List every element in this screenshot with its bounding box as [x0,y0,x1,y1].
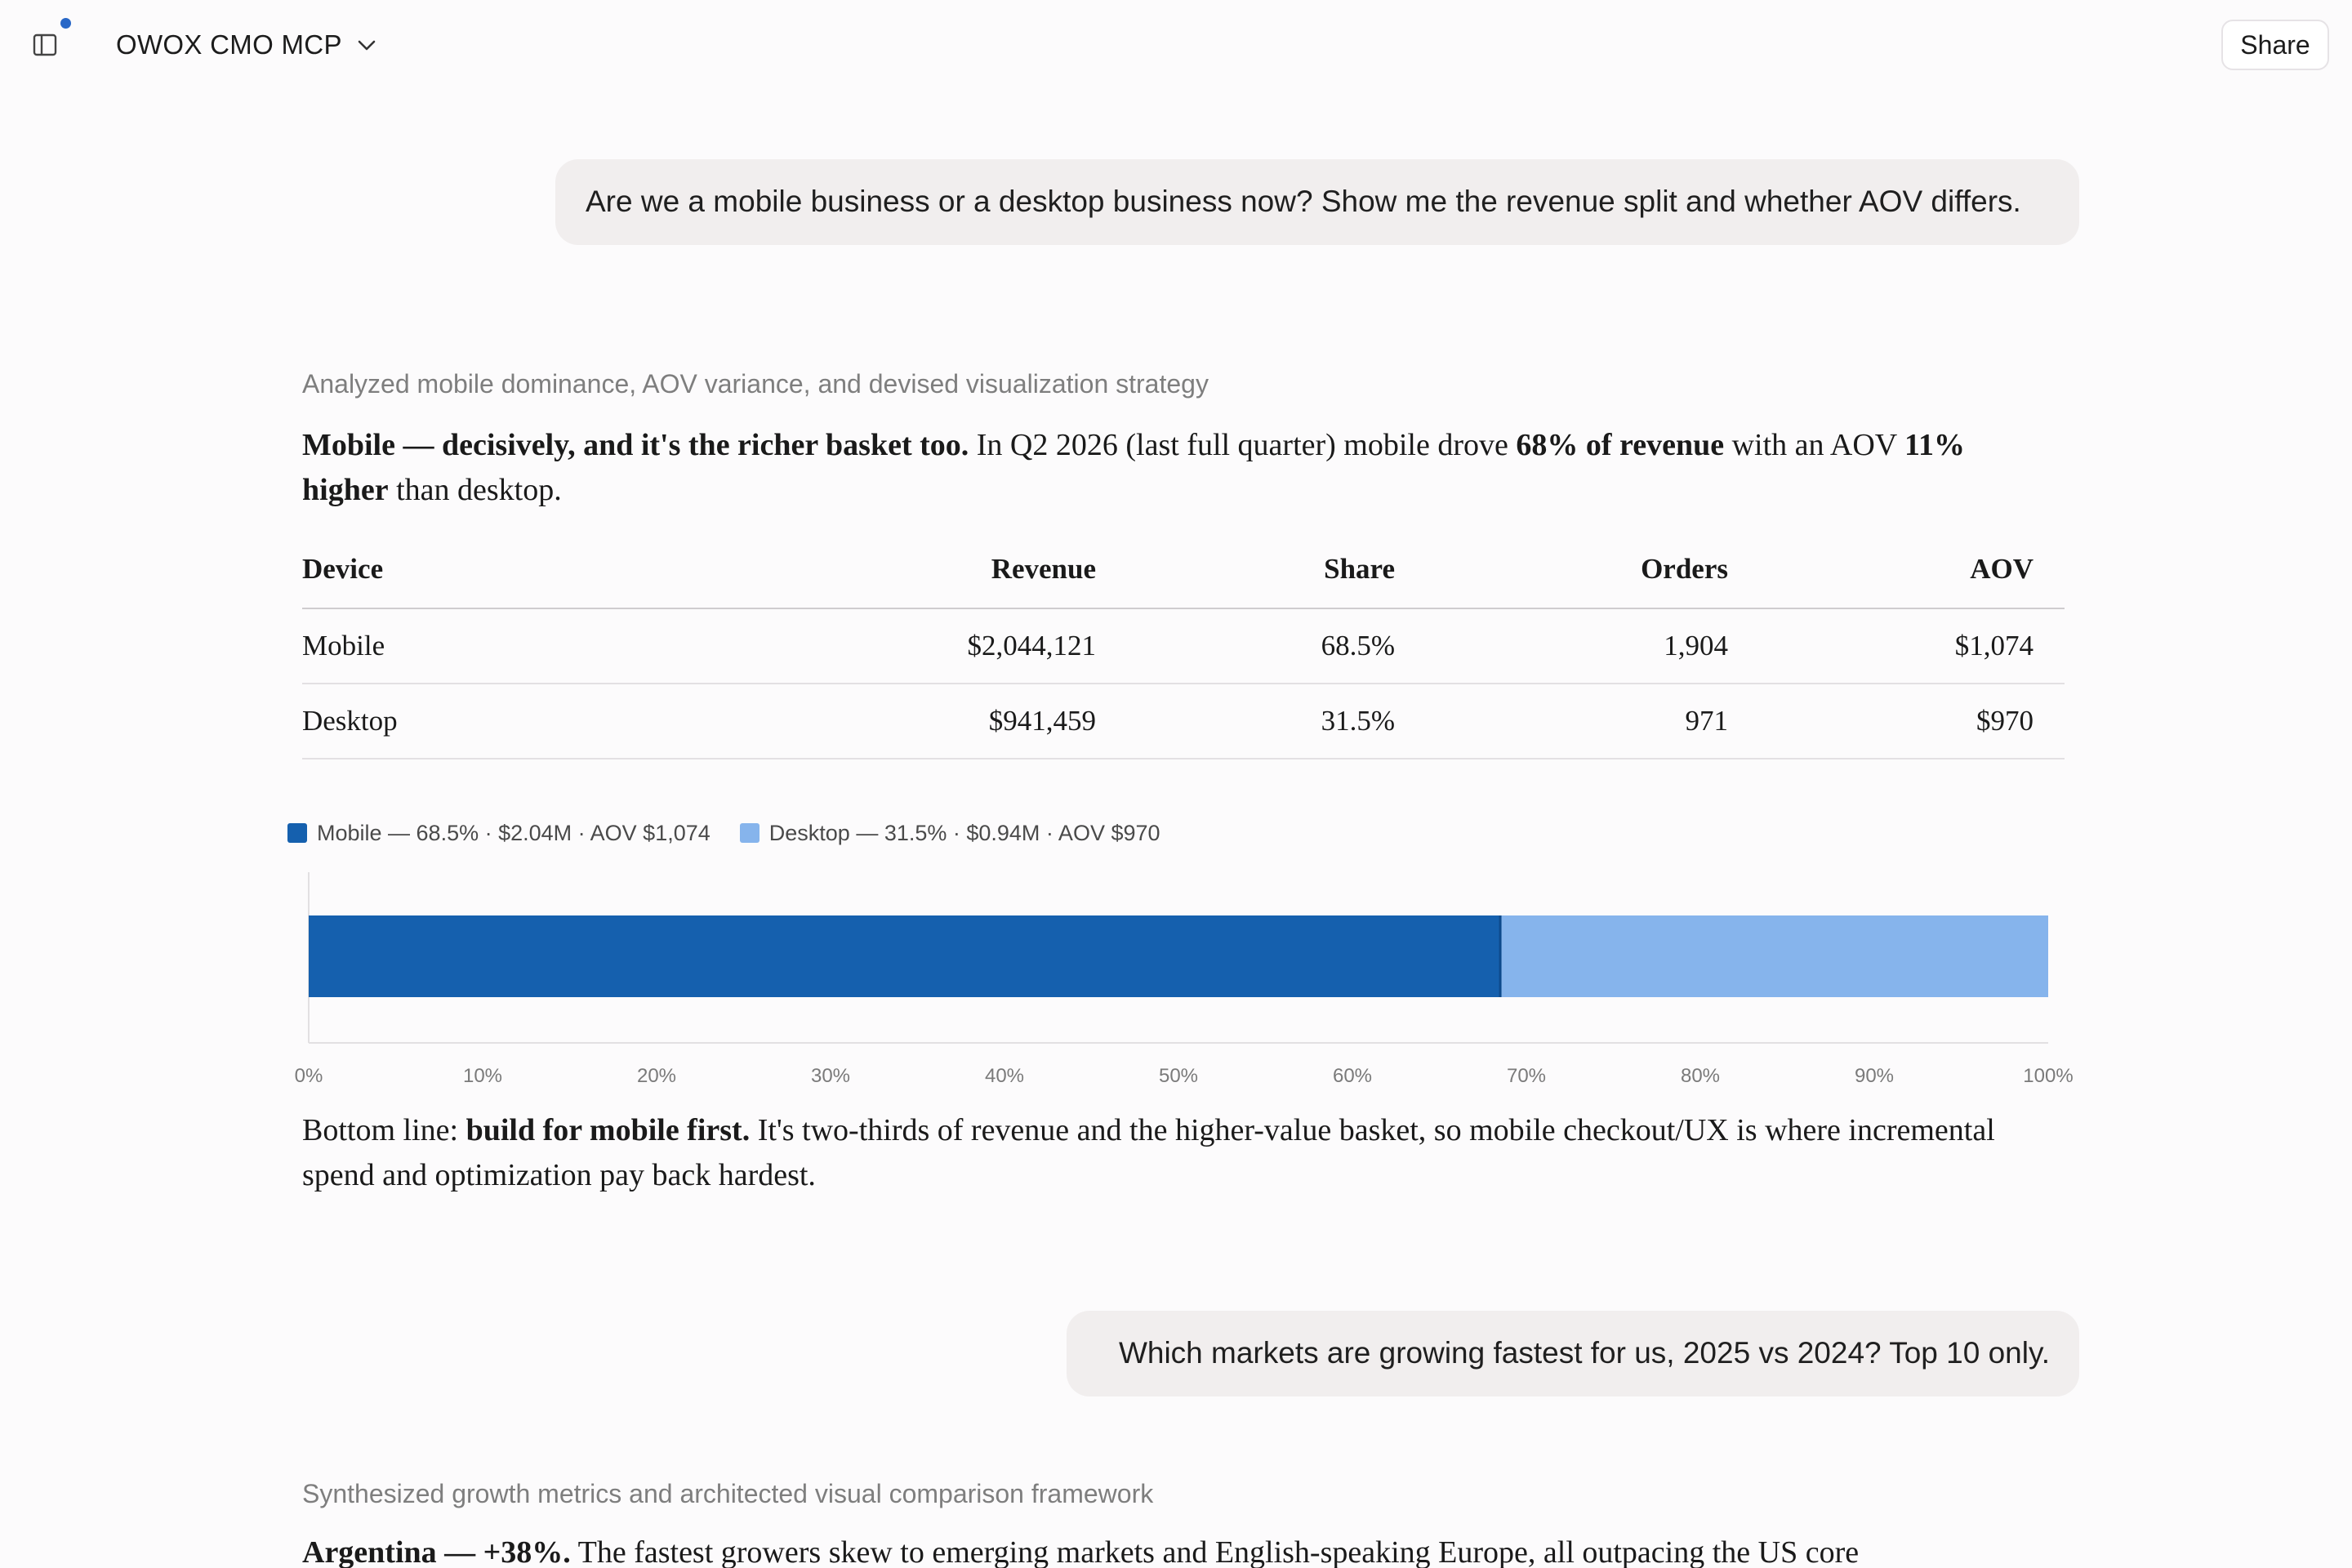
user-message: Are we a mobile business or a desktop bu… [555,159,2079,245]
answer-lead: Mobile — decisively, and it's the richer… [302,428,969,462]
x-tick-label: 40% [985,1065,1024,1087]
chart-legend: Mobile — 68.5% · $2.04M · AOV $1,074 Des… [287,818,1160,848]
legend-label-desktop: Desktop — 31.5% · $0.94M · AOV $970 [768,820,1160,845]
bar-mobile[interactable] [309,915,1501,997]
x-tick-label: 10% [463,1065,502,1087]
column-header-revenue: Revenue [792,531,1096,609]
legend-item-mobile[interactable]: Mobile — 68.5% · $2.04M · AOV $1,074 [287,821,710,846]
cell-revenue: $941,459 [792,684,1096,760]
cell-revenue: $2,044,121 [792,608,1096,684]
x-tick-label: 100% [2023,1065,2073,1087]
answer-text: than desktop. [388,473,562,507]
cell-share: 31.5% [1096,684,1395,760]
legend-swatch-mobile [287,823,307,843]
project-selector[interactable]: OWOX CMO MCP [116,26,378,64]
answer-text: The fastest growers skew to emerging mar… [570,1535,1860,1568]
table-row: Desktop $941,459 31.5% 971 $970 [302,684,2065,760]
cell-aov: $1,074 [1728,608,2034,684]
sidebar-icon [33,33,57,56]
bottom-line-prefix: Bottom line: [302,1113,466,1147]
assistant-answer-summary: Argentina — +38%. The fastest growers sk… [302,1530,2058,1568]
x-tick-label: 80% [1681,1065,1720,1087]
bottom-line-text: Bottom line: build for mobile first. It'… [302,1108,2058,1198]
assistant-answer-summary: Mobile — decisively, and it's the richer… [302,423,2058,513]
x-tick-label: 30% [811,1065,850,1087]
x-tick-label: 20% [637,1065,676,1087]
answer-text: In Q2 2026 (last full quarter) mobile dr… [969,428,1517,462]
cell-aov: $970 [1728,684,2034,760]
column-header-aov: AOV [1728,531,2034,609]
column-header-share: Share [1096,531,1395,609]
notification-dot [60,18,71,29]
share-button[interactable]: Share [2221,20,2329,70]
cell-spacer [2034,684,2065,760]
bar-desktop[interactable] [1500,915,2048,997]
column-header-orders: Orders [1395,531,1728,609]
column-header-device: Device [302,531,792,609]
column-spacer [2034,531,2065,609]
chevron-down-icon [358,40,376,51]
user-message: Which markets are growing fastest for us… [1067,1311,2079,1396]
thinking-summary[interactable]: Synthesized growth metrics and architect… [302,1479,1153,1509]
x-tick-label: 60% [1333,1065,1372,1087]
x-tick-label: 50% [1159,1065,1198,1087]
legend-label-mobile: Mobile — 68.5% · $2.04M · AOV $1,074 [317,820,710,845]
table-header-row: Device Revenue Share Orders AOV [302,531,2065,609]
table-row: Mobile $2,044,121 68.5% 1,904 $1,074 [302,608,2065,684]
cell-share: 68.5% [1096,608,1395,684]
x-tick-label: 90% [1855,1065,1894,1087]
x-tick-label: 70% [1507,1065,1546,1087]
device-revenue-table: Device Revenue Share Orders AOV Mobile $… [302,531,2065,760]
cell-device: Mobile [302,608,792,684]
cell-device: Desktop [302,684,792,760]
cell-orders: 971 [1395,684,1728,760]
answer-highlight: 68% of revenue [1516,428,1725,462]
cell-spacer [2034,608,2065,684]
revenue-split-chart: 0% 10% 20% 30% 40% 50% 60% 70% 80% 90% 100% [295,872,2074,1087]
x-tick-label: 0% [295,1065,323,1087]
legend-item-desktop[interactable]: Desktop — 31.5% · $0.94M · AOV $970 [739,820,1160,846]
legend-swatch-desktop [739,823,760,843]
bottom-line-highlight: build for mobile first. [466,1113,751,1147]
thinking-summary[interactable]: Analyzed mobile dominance, AOV variance,… [302,369,1209,399]
answer-text: with an AOV [1724,428,1905,462]
sidebar-toggle-button[interactable] [29,29,60,60]
cell-orders: 1,904 [1395,608,1728,684]
top-bar: OWOX CMO MCP Share [0,0,2352,90]
project-name: OWOX CMO MCP [116,29,342,60]
answer-lead: Argentina — +38%. [302,1535,571,1568]
